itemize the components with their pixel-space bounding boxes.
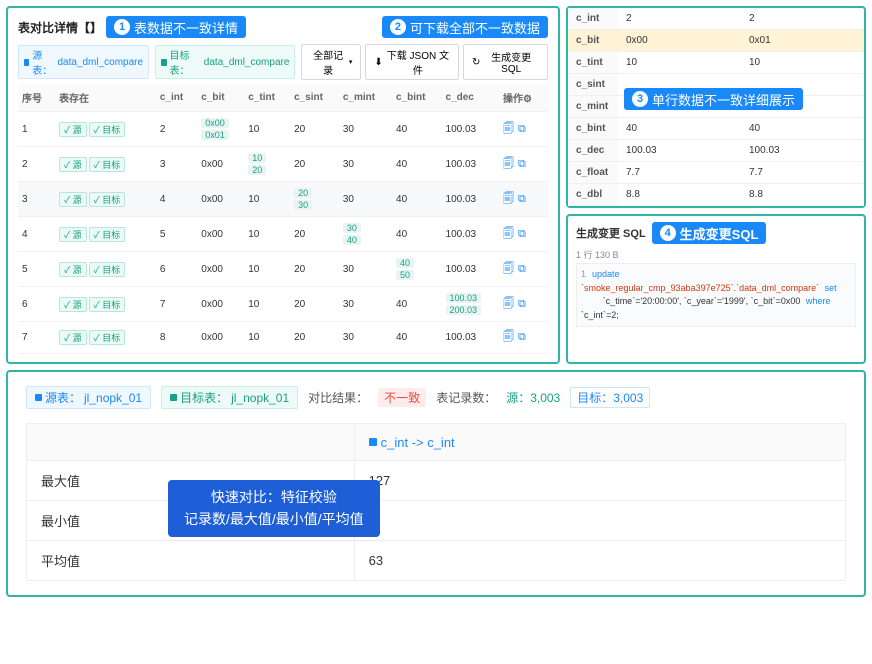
feature-table: c_int -> c_int 最大值127最小值0平均值63	[26, 423, 846, 581]
table-row: 4✓ 源✓ 目标50x001020304040100.03🗐⧉	[18, 217, 548, 252]
callout-quick-compare: 快速对比：特征校验记录数/最大值/最小值/平均值	[168, 480, 380, 537]
target-table-tag: 目标表：jl_nopk_01	[161, 386, 298, 409]
sql-code: 1update `smoke_regular_cmp_93aba397e725`…	[576, 263, 856, 327]
table-row: 7✓ 源✓ 目标80x0010203040100.03🗐⧉	[18, 322, 548, 354]
view-icon[interactable]: 🗐	[503, 263, 514, 275]
table-row: 6✓ 源✓ 目标70x0010203040100.03200.03🗐⧉	[18, 287, 548, 322]
callout-2: 2可下载全部不一致数据	[382, 16, 548, 38]
diff-detail-panel: 表对比详情【】 1表数据不一致详情 2可下载全部不一致数据 源表：data_dm…	[6, 6, 560, 364]
filter-select[interactable]: 全部记录▾	[301, 44, 361, 80]
target-count: 目标：3,003	[570, 387, 650, 408]
sql-meta: 1 行 130 B	[576, 248, 856, 261]
view-icon[interactable]: 🗐	[503, 193, 514, 205]
copy-icon[interactable]: ⧉	[518, 193, 526, 205]
target-table-tag: 目标表：data_dml_compare	[155, 45, 295, 79]
source-table-tag: 源表：jl_nopk_01	[26, 386, 151, 409]
sql-panel: 生成变更 SQL 4生成变更SQL 1 行 130 B 1update `smo…	[566, 214, 866, 364]
view-icon[interactable]: 🗐	[503, 158, 514, 170]
download-icon: ⬇	[374, 57, 382, 68]
table-row: 5✓ 源✓ 目标60x001020304050100.03🗐⧉	[18, 252, 548, 287]
table-row: 3✓ 源✓ 目标40x001020303040100.03🗐⧉	[18, 182, 548, 217]
refresh-icon: ↻	[472, 57, 480, 68]
table-row: 1✓ 源✓ 目标20x000x0110203040100.03🗐⧉	[18, 112, 548, 147]
quick-compare-panel: 源表：jl_nopk_01 目标表：jl_nopk_01 对比结果：不一致 表记…	[6, 370, 866, 597]
panel-title: 表对比详情【】	[18, 19, 102, 36]
download-json-button[interactable]: ⬇下载 JSON 文件	[365, 44, 459, 80]
view-icon[interactable]: 🗐	[503, 331, 514, 343]
chevron-down-icon: ▾	[349, 58, 353, 66]
callout-4: 4生成变更SQL	[652, 222, 767, 244]
view-icon[interactable]: 🗐	[503, 123, 514, 135]
diff-table: 序号表存在c_intc_bitc_tintc_sintc_mintc_bintc…	[18, 84, 548, 354]
generate-sql-button[interactable]: ↻生成变更 SQL	[463, 44, 548, 80]
source-table-tag: 源表：data_dml_compare	[18, 45, 149, 79]
gear-icon: ⚙	[523, 94, 532, 105]
source-count: 源：3,003	[506, 389, 560, 406]
copy-icon[interactable]: ⧉	[518, 123, 526, 135]
copy-icon[interactable]: ⧉	[518, 158, 526, 170]
copy-icon[interactable]: ⧉	[518, 331, 526, 343]
column-mapping-header: c_int -> c_int	[369, 435, 455, 450]
result-badge: 不一致	[378, 388, 426, 407]
callout-1: 1表数据不一致详情	[106, 16, 246, 38]
copy-icon[interactable]: ⧉	[518, 263, 526, 275]
view-icon[interactable]: 🗐	[503, 228, 514, 240]
copy-icon[interactable]: ⧉	[518, 298, 526, 310]
callout-3: 3单行数据不一致详细展示	[624, 88, 803, 110]
table-row: 2✓ 源✓ 目标30x001020203040100.03🗐⧉	[18, 147, 548, 182]
copy-icon[interactable]: ⧉	[518, 228, 526, 240]
row-detail-panel: c_int22c_bit0x000x01c_tint1010c_sintc_mi…	[566, 6, 866, 208]
view-icon[interactable]: 🗐	[503, 298, 514, 310]
